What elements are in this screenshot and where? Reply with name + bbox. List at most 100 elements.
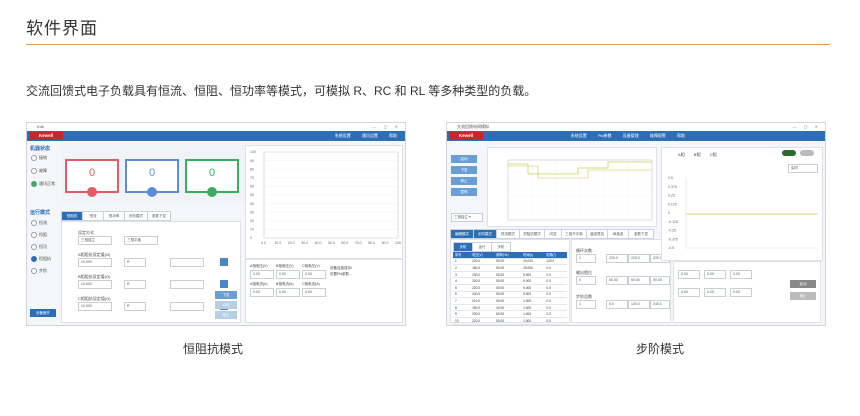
param-input[interactable] [170, 280, 204, 289]
tab-flicker[interactable]: 闪变 [544, 229, 562, 239]
start-button[interactable]: 启动 [451, 155, 477, 163]
table-row[interactable]: 7 210.0 50.00 1.000 0.0 [453, 297, 567, 305]
y-tick-label: 50 [250, 193, 254, 197]
tab-harmonic[interactable]: 谐波叠加 [586, 229, 608, 239]
send-button[interactable]: 下发 [451, 166, 477, 174]
unit-select[interactable]: R [124, 280, 146, 289]
subtab[interactable]: 步阶 [453, 242, 473, 252]
param-input[interactable] [170, 302, 204, 311]
table-cell: 220.0 [470, 317, 495, 325]
y-tick-label: 0.375 [668, 185, 677, 189]
disconnect-button[interactable]: 设备断开 [30, 309, 56, 317]
table-row[interactable]: 6 240.0 50.00 5.000 0.0 [453, 291, 567, 299]
mode-radio[interactable] [31, 256, 37, 262]
table-row[interactable]: 4 200.0 50.00 5.000 0.0 [453, 277, 567, 285]
tab-interharmonic[interactable]: 间谐波 [607, 229, 629, 239]
table-cell: 25.000 [521, 264, 545, 272]
tab-step[interactable]: 步阶模式 [124, 211, 148, 221]
send-button[interactable]: 下发 [215, 291, 237, 299]
table-cell: 5 [453, 284, 471, 292]
value-input[interactable]: 50.00 [628, 276, 650, 285]
tab-unbalance[interactable]: 三相不平衡 [561, 229, 587, 239]
loop-count-input[interactable]: 1 [576, 254, 596, 263]
readout-label: A相电流(A) [250, 282, 268, 286]
value-input[interactable]: 120.0 [628, 300, 650, 309]
table-cell: 1 [453, 258, 471, 266]
menu-item[interactable]: 系统设置 [571, 133, 587, 138]
table-row[interactable]: 1 220.0 50.00 10.000 120.0 [453, 258, 567, 266]
mode-radio[interactable] [31, 268, 37, 274]
gauge-value: 0 [88, 167, 96, 179]
gauge-value: 0 [148, 167, 156, 179]
tab-params[interactable]: 参数下发 [147, 211, 171, 221]
tab-cc[interactable]: 恒流模式 [496, 229, 520, 239]
table-cell: 0.0 [544, 317, 567, 325]
window-controls[interactable]: — ▢ ✕ [793, 123, 821, 131]
readout-value: 0.00 [250, 288, 274, 297]
mode-radio[interactable] [31, 220, 37, 226]
start-button-right[interactable]: 启动 [790, 280, 816, 288]
value-input[interactable]: 0.0 [606, 300, 628, 309]
stop-button[interactable]: 停止 [215, 311, 237, 319]
pause-button[interactable]: 暂停 [451, 188, 477, 196]
apply-icon[interactable] [220, 280, 228, 288]
settings-panel: 设定方式 三相独立 三相平衡 A相阻抗设定值(Ω) 10.000 R B相阻抗设… [61, 221, 241, 323]
tab-impedance[interactable]: 恒阻抗模式 [519, 229, 545, 239]
b-impedance-input[interactable]: 10.000 [78, 280, 112, 289]
mode-radio[interactable] [31, 244, 37, 250]
tab-params[interactable]: 参数下发 [628, 229, 654, 239]
right-readout-panel: 0.00 0.00 0.00 0.00 0.00 0.00 启动 停止 [673, 261, 821, 323]
stop-button-right[interactable]: 停止 [790, 292, 816, 300]
menu-item[interactable]: 设备管理 [623, 133, 639, 138]
x-tick-label: 10.0 [274, 241, 281, 245]
tab-edit[interactable]: 编辑模式 [450, 229, 474, 239]
menu-item[interactable]: 帮助 [677, 133, 685, 138]
mode-select[interactable]: 三相独立 ▾ [451, 213, 483, 222]
subtab[interactable]: 运行 [472, 242, 492, 252]
log-line: 设置Pid参数... [330, 272, 352, 276]
phase-input[interactable]: 0 [576, 276, 596, 285]
menu-item[interactable]: 帮助 [389, 133, 397, 138]
status-indicator [31, 155, 37, 161]
unit-select[interactable]: R [124, 258, 146, 267]
table-row[interactable]: 2 180.0 50.00 25.000 0.0 [453, 264, 567, 272]
brand-logo: Kewell [449, 132, 483, 140]
c-impedance-input[interactable]: 10.000 [78, 302, 112, 311]
menu-item[interactable]: Pid参数 [598, 133, 612, 138]
table-row[interactable]: 9 200.0 60.00 1.000 0.0 [453, 310, 567, 318]
menu-item[interactable]: 系统设置 [335, 133, 351, 138]
tab-current[interactable]: 恒流 [82, 211, 104, 221]
value-input[interactable]: 220.0 [628, 254, 650, 263]
mode-radio[interactable] [31, 232, 37, 238]
value-input[interactable]: 220.0 [606, 254, 628, 263]
window-controls[interactable]: — ▢ ✕ [373, 123, 401, 131]
value-input[interactable]: 50.00 [606, 276, 628, 285]
value-input[interactable]: 50.00 [650, 276, 670, 285]
table-row[interactable]: 5 220.0 50.00 5.000 0.0 [453, 284, 567, 292]
unit-select[interactable]: R [124, 302, 146, 311]
tab-power[interactable]: 恒功率 [103, 211, 125, 221]
table-row[interactable]: 10 220.0 50.00 1.000 0.0 [453, 317, 567, 325]
table-row[interactable]: 8 190.0 40.00 1.000 0.0 [453, 304, 567, 312]
step-count-input[interactable]: 1 [576, 300, 596, 309]
a-impedance-input[interactable]: 10.000 [78, 258, 112, 267]
stop-button[interactable]: 停止 [451, 177, 477, 185]
mode-select[interactable]: 三相独立 [78, 236, 112, 245]
balance-select[interactable]: 三相平衡 [124, 236, 158, 245]
apply-icon[interactable] [220, 258, 228, 266]
x-tick-label: 90.0 [382, 241, 389, 245]
tab-step[interactable]: 步阶模式 [473, 229, 497, 239]
menu-item[interactable]: 通讯设置 [362, 133, 378, 138]
subtab[interactable]: 步阶 [491, 242, 511, 252]
value-input[interactable]: 240.0 [650, 300, 670, 309]
tab-impedance[interactable]: 恒阻抗 [61, 211, 83, 221]
table-cell: 0.0 [544, 277, 567, 285]
param-input[interactable] [170, 258, 204, 267]
mode-label: 恒阻抗 [39, 256, 51, 261]
start-button[interactable]: 启动 [215, 301, 237, 309]
table-row[interactable]: 3 230.0 50.00 5.000 0.0 [453, 271, 567, 279]
x-tick-label: 40.0 [315, 241, 322, 245]
menu-item[interactable]: 故障报警 [650, 133, 666, 138]
y-tick-label: 10 [250, 228, 254, 232]
table-cell: 0.0 [544, 284, 567, 292]
